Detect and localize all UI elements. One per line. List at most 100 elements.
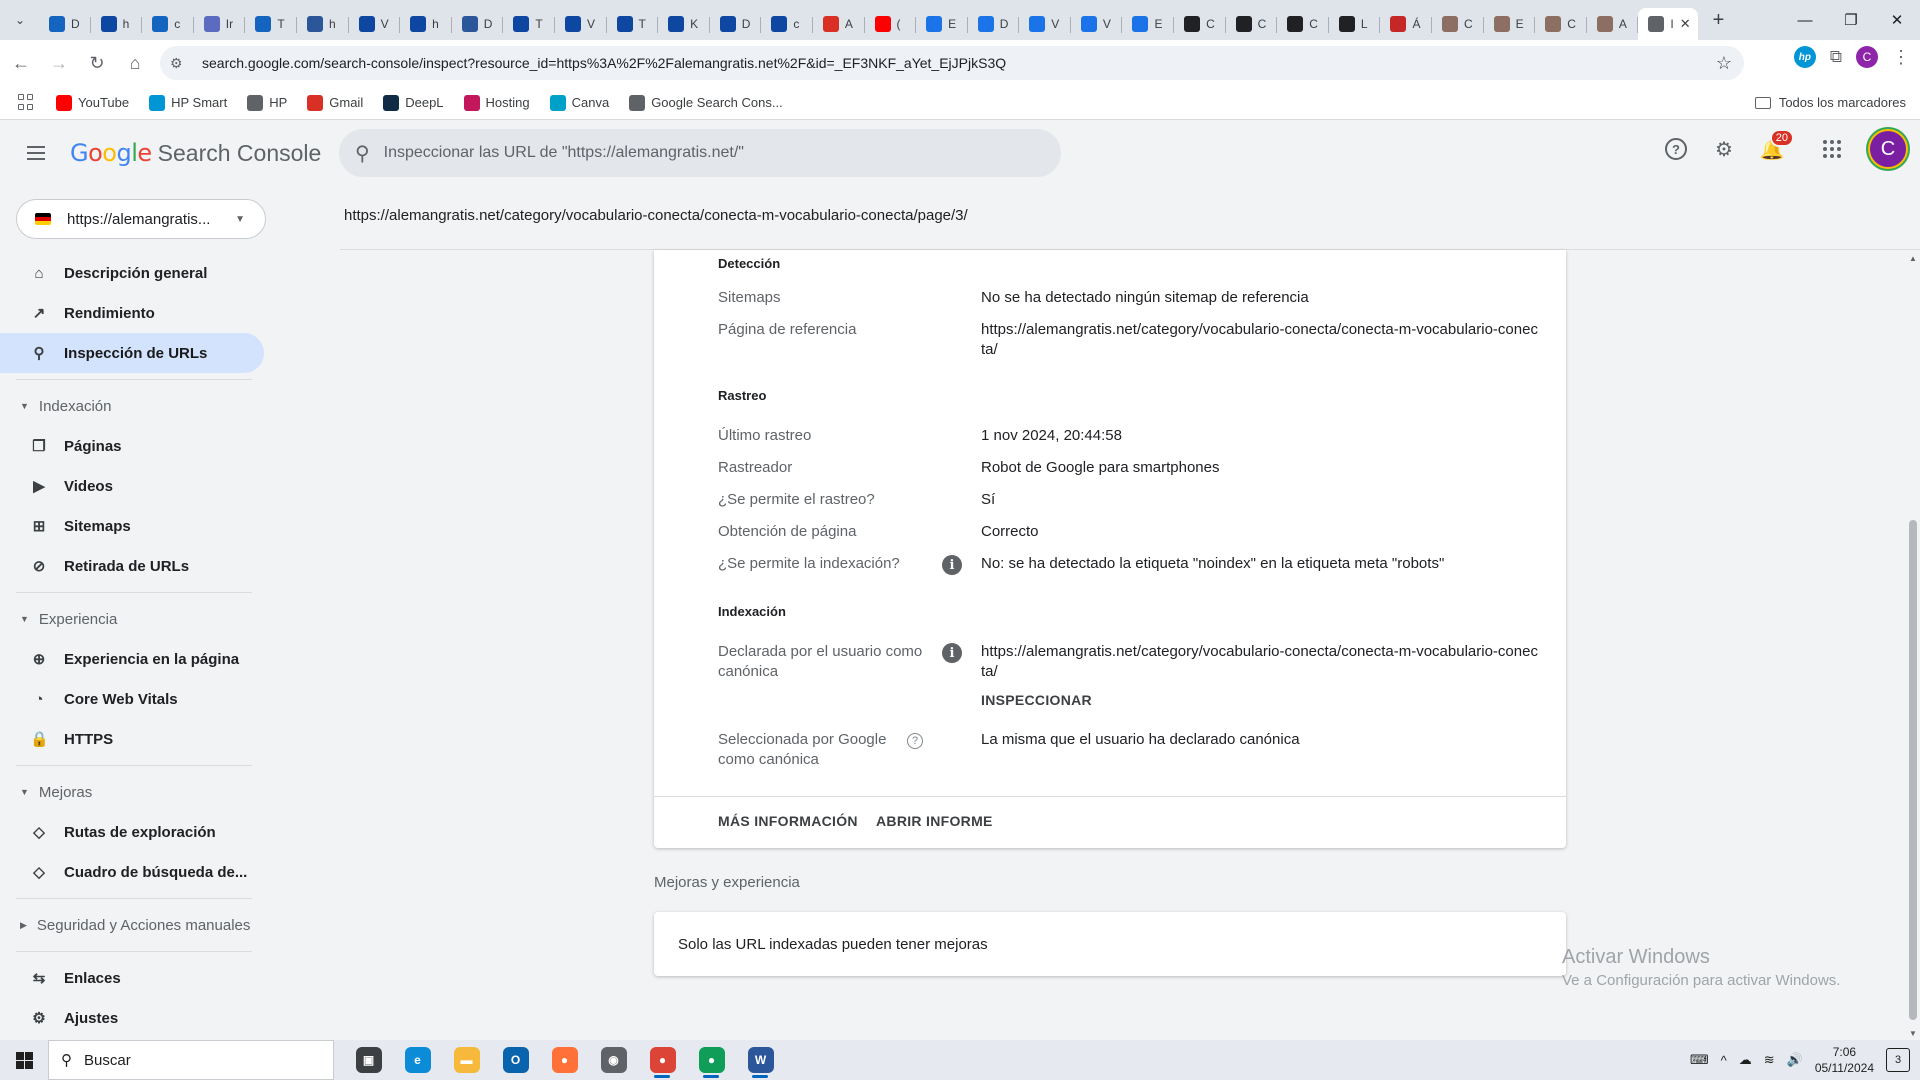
url-inspection-input[interactable] bbox=[383, 144, 1004, 162]
browser-tab[interactable]: D bbox=[39, 8, 91, 40]
reload-icon[interactable]: ↻ bbox=[80, 46, 114, 80]
close-tab-icon[interactable]: ✕ bbox=[1680, 16, 1691, 32]
bookmark-star-icon[interactable]: ☆ bbox=[1716, 53, 1732, 74]
browser-tab[interactable]: I ✕ bbox=[1638, 8, 1699, 40]
bookmark-item[interactable]: YouTube bbox=[56, 94, 129, 111]
notification-center-icon[interactable]: 3 bbox=[1886, 1048, 1910, 1072]
url-inspection-search[interactable]: ⚲ bbox=[339, 129, 1061, 177]
browser-tab[interactable]: h bbox=[297, 8, 349, 40]
sidebar-item[interactable]: 🔒 HTTPS bbox=[0, 719, 264, 759]
bookmark-item[interactable]: Canva bbox=[549, 94, 609, 111]
help-icon[interactable]: ? bbox=[1664, 137, 1688, 161]
volume-icon[interactable]: 🔊 bbox=[1787, 1052, 1803, 1068]
forward-icon[interactable]: → bbox=[42, 46, 76, 80]
scrollbar-thumb[interactable] bbox=[1909, 520, 1917, 1020]
browser-tab[interactable]: Ir bbox=[194, 8, 246, 40]
browser-tab[interactable]: E bbox=[916, 8, 968, 40]
browser-tab[interactable]: D bbox=[968, 8, 1020, 40]
browser-tab[interactable]: C bbox=[1226, 8, 1278, 40]
taskbar-app-task-view[interactable]: ▣ bbox=[344, 1040, 393, 1080]
minimize-icon[interactable]: — bbox=[1782, 0, 1828, 40]
restore-icon[interactable]: ❐ bbox=[1828, 0, 1874, 40]
taskbar-app-camera[interactable]: ◉ bbox=[589, 1040, 638, 1080]
account-avatar[interactable]: C bbox=[1868, 129, 1908, 169]
sidebar-item[interactable]: ⚲ Inspección de URLs bbox=[0, 333, 264, 373]
scroll-down-arrow-icon[interactable]: ▼ bbox=[1909, 1029, 1917, 1038]
sidebar-item[interactable]: ⚙ Ajustes bbox=[0, 998, 264, 1038]
notifications-bell-icon[interactable]: 🔔 20 bbox=[1760, 129, 1794, 161]
sidebar-item[interactable]: ⊕ Experiencia en la página bbox=[0, 639, 264, 679]
browser-tab[interactable]: K bbox=[658, 8, 710, 40]
sidebar-item[interactable]: ◇ Cuadro de búsqueda de... bbox=[0, 852, 264, 892]
scroll-up-arrow-icon[interactable]: ▲ bbox=[1909, 254, 1917, 263]
inspect-canonical-button[interactable]: INSPECCIONAR bbox=[981, 692, 1092, 708]
browser-tab[interactable]: D bbox=[452, 8, 504, 40]
browser-tab[interactable]: C bbox=[1535, 8, 1587, 40]
sidebar-item[interactable]: ⊞ Sitemaps bbox=[0, 506, 264, 546]
site-info-icon[interactable]: ⚙ bbox=[170, 55, 196, 72]
browser-tab[interactable]: T bbox=[503, 8, 555, 40]
new-tab-button[interactable]: + bbox=[1704, 6, 1732, 34]
tab-search-button[interactable]: ⌄ bbox=[5, 5, 35, 35]
help-circle-icon[interactable]: ? bbox=[907, 733, 923, 749]
onedrive-icon[interactable]: ☁ bbox=[1739, 1052, 1752, 1068]
sidebar-item[interactable]: ⊘ Retirada de URLs bbox=[0, 546, 264, 586]
search-console-logo[interactable]: Google Search Console bbox=[70, 139, 321, 167]
sidebar-item[interactable]: ⇆ Enlaces bbox=[0, 958, 264, 998]
taskbar-app-outlook[interactable]: O bbox=[491, 1040, 540, 1080]
taskbar-app-edge[interactable]: e bbox=[393, 1040, 442, 1080]
browser-menu-icon[interactable]: ⋮ bbox=[1892, 47, 1910, 68]
browser-tab[interactable]: V bbox=[555, 8, 607, 40]
home-icon[interactable]: ⌂ bbox=[118, 46, 152, 80]
sidebar-item[interactable]: ↗ Rendimiento bbox=[0, 293, 264, 333]
info-icon[interactable]: i bbox=[942, 555, 962, 575]
browser-tab[interactable]: V bbox=[1071, 8, 1123, 40]
nav-section-header[interactable]: ▼ Mejoras bbox=[0, 772, 272, 812]
bookmark-item[interactable]: Hosting bbox=[463, 94, 530, 111]
sidebar-item[interactable]: ▶ Videos bbox=[0, 466, 264, 506]
browser-tab[interactable]: V bbox=[1019, 8, 1071, 40]
info-icon[interactable]: i bbox=[942, 643, 962, 663]
taskbar-app-file-explorer[interactable]: ▬ bbox=[442, 1040, 491, 1080]
address-url[interactable]: search.google.com/search-console/inspect… bbox=[202, 55, 1006, 71]
browser-tab[interactable]: A bbox=[1587, 8, 1639, 40]
apps-grid-icon[interactable] bbox=[18, 93, 36, 112]
extensions-puzzle-icon[interactable]: ⧉ bbox=[1830, 47, 1842, 67]
browser-profile-avatar[interactable]: C bbox=[1856, 46, 1878, 68]
sidebar-item[interactable]: ◇ Rutas de exploración bbox=[0, 812, 264, 852]
browser-tab[interactable]: D bbox=[710, 8, 762, 40]
sidebar-item[interactable]: ❐ Páginas bbox=[0, 426, 264, 466]
show-hidden-icons-chevron[interactable]: ^ bbox=[1721, 1053, 1727, 1068]
browser-tab[interactable]: T bbox=[607, 8, 659, 40]
browser-tab[interactable]: C bbox=[1432, 8, 1484, 40]
nav-section-header[interactable]: ▼ Experiencia bbox=[0, 599, 272, 639]
hamburger-menu-icon[interactable] bbox=[24, 141, 48, 165]
browser-tab[interactable]: E bbox=[1484, 8, 1536, 40]
bookmark-item[interactable]: HP bbox=[247, 94, 287, 111]
browser-tab[interactable]: C bbox=[1174, 8, 1226, 40]
browser-tab[interactable]: V bbox=[349, 8, 401, 40]
browser-tab[interactable]: h bbox=[400, 8, 452, 40]
taskbar-search[interactable]: ⚲ Buscar bbox=[48, 1040, 334, 1080]
nav-section-header[interactable]: ▼ Indexación bbox=[0, 386, 272, 426]
browser-tab[interactable]: h bbox=[91, 8, 143, 40]
page-scrollbar[interactable]: ▲ ▼ bbox=[1906, 250, 1920, 1040]
keyboard-icon[interactable]: ⌨ bbox=[1690, 1052, 1709, 1068]
bookmark-item[interactable]: DeepL bbox=[383, 94, 444, 111]
address-bar[interactable]: ⚙ search.google.com/search-console/inspe… bbox=[160, 46, 1744, 80]
all-bookmarks-button[interactable]: Todos los marcadores bbox=[1754, 95, 1906, 110]
taskbar-app-word[interactable]: W bbox=[736, 1040, 785, 1080]
close-window-icon[interactable]: ✕ bbox=[1874, 0, 1920, 40]
back-icon[interactable]: ← bbox=[4, 46, 38, 80]
browser-tab[interactable]: c bbox=[761, 8, 813, 40]
taskbar-clock[interactable]: 7:06 05/11/2024 bbox=[1815, 1044, 1874, 1076]
nav-section-header[interactable]: ▶ Seguridad y Acciones manuales bbox=[0, 905, 272, 945]
bookmark-item[interactable]: Gmail bbox=[307, 94, 363, 111]
bookmark-item[interactable]: Google Search Cons... bbox=[629, 94, 783, 111]
taskbar-app-firefox[interactable]: ● bbox=[540, 1040, 589, 1080]
taskbar-app-chrome-profile-a[interactable]: ● bbox=[687, 1040, 736, 1080]
more-info-button[interactable]: MÁS INFORMACIÓN bbox=[718, 813, 858, 829]
browser-tab[interactable]: C bbox=[1277, 8, 1329, 40]
hp-extension-icon[interactable]: hp bbox=[1793, 46, 1816, 68]
browser-tab[interactable]: Á bbox=[1380, 8, 1432, 40]
